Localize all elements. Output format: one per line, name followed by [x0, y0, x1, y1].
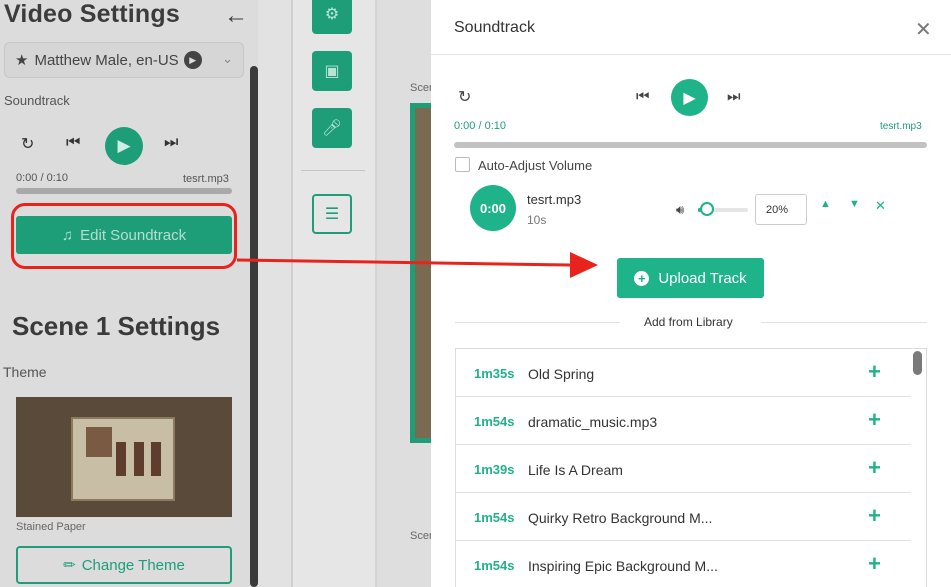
tool-separator — [301, 170, 365, 171]
library-item-duration: 1m54s — [474, 510, 515, 525]
library-label: Add from Library — [644, 315, 733, 329]
play-button[interactable]: ▶ — [105, 127, 143, 165]
library-item[interactable]: 1m54s Quirky Retro Background M... + — [456, 493, 911, 541]
track-name: tesrt.mp3 — [527, 192, 582, 207]
auto-adjust-label: Auto-Adjust Volume — [478, 158, 593, 173]
theme-thumbnail[interactable] — [16, 397, 232, 517]
track-row: 0:00 tesrt.mp3 10s 🔊︎ 20% ▲ ▼ ✕ — [470, 185, 940, 235]
plus-circle-icon: + — [634, 270, 650, 286]
theme-figure-image — [134, 442, 144, 476]
chevron-down-icon: ⌄ — [222, 51, 233, 66]
voice-select-value: Matthew Male, en-US — [34, 51, 179, 69]
images-icon[interactable]: ▣ — [312, 51, 352, 91]
theme-figure-image — [151, 442, 161, 476]
microphone-icon[interactable]: 🎤︎ — [312, 108, 352, 148]
volume-input[interactable]: 20% — [755, 194, 807, 225]
library-item-duration: 1m35s — [474, 366, 515, 381]
modal-header: Soundtrack ✕ — [431, 0, 951, 55]
theme-name: Stained Paper — [16, 521, 86, 533]
theme-label: Theme — [3, 364, 47, 380]
gear-icon[interactable]: ⚙ — [312, 0, 352, 34]
move-up-icon[interactable]: ▲ — [820, 198, 831, 210]
add-icon[interactable]: + — [868, 455, 881, 481]
theme-tower-image — [86, 427, 112, 457]
video-settings-panel: Video Settings ← ★ Matthew Male, en-US ▶… — [0, 0, 258, 587]
library-item-duration: 1m54s — [474, 414, 515, 429]
volume-slider-handle[interactable] — [700, 202, 714, 216]
next-icon[interactable]: ⏭ — [164, 134, 178, 152]
replay-icon[interactable]: ↻ — [458, 87, 471, 107]
tool-column: ⚙ ▣ 🎤︎ ☰ — [293, 0, 375, 587]
change-theme-button[interactable]: ✏ Change Theme — [16, 546, 232, 584]
voice-preview-play-icon[interactable]: ▶ — [183, 51, 202, 69]
library-item-name: Old Spring — [528, 366, 595, 382]
library-item-name: Quirky Retro Background M... — [528, 510, 713, 526]
scene-settings-title: Scene 1 Settings — [12, 311, 221, 341]
voice-select[interactable]: ★ Matthew Male, en-US ▶ ⌄ — [4, 42, 244, 78]
panel-title: Video Settings — [4, 0, 180, 28]
add-icon[interactable]: + — [868, 503, 881, 529]
move-down-icon[interactable]: ▼ — [849, 198, 860, 210]
upload-track-button[interactable]: + Upload Track — [617, 258, 764, 298]
track-length: 10s — [527, 213, 547, 227]
add-icon[interactable]: + — [868, 359, 881, 385]
back-arrow-icon[interactable]: ← — [224, 2, 248, 30]
track-start-time[interactable]: 0:00 — [470, 185, 516, 231]
replay-icon[interactable]: ↻ — [21, 134, 34, 154]
add-icon[interactable]: + — [868, 551, 881, 577]
modal-title: Soundtrack — [454, 19, 535, 36]
remove-track-icon[interactable]: ✕ — [875, 198, 886, 214]
divider — [455, 322, 620, 323]
close-icon[interactable]: ✕ — [915, 17, 932, 42]
library-item[interactable]: 1m35s Old Spring + — [456, 349, 911, 397]
library-item-name: Inspiring Epic Background M... — [528, 558, 718, 574]
mini-time: 0:00 / 0:10 — [16, 172, 68, 184]
star-icon: ★ — [15, 52, 29, 69]
mini-file-name: tesrt.mp3 — [183, 173, 229, 185]
change-theme-label: Change Theme — [81, 556, 185, 574]
auto-adjust-checkbox[interactable] — [455, 157, 470, 172]
brush-icon: ✏ — [63, 557, 76, 574]
mini-progress-bar[interactable] — [16, 188, 232, 194]
speaker-icon[interactable]: 🔊︎ — [676, 202, 684, 218]
divider — [761, 322, 927, 323]
left-scrollbar[interactable] — [250, 66, 258, 587]
upload-track-label: Upload Track — [658, 269, 747, 287]
library-item-duration: 1m54s — [474, 558, 515, 573]
previous-icon[interactable]: ⏮ — [636, 88, 650, 105]
playback-progress-bar[interactable] — [454, 142, 927, 148]
library-item[interactable]: 1m54s dramatic_music.mp3 + — [456, 397, 911, 445]
library-list: 1m35s Old Spring + 1m54s dramatic_music.… — [455, 348, 927, 587]
theme-figure-image — [116, 442, 126, 476]
library-item-duration: 1m39s — [474, 462, 515, 477]
soundtrack-label: Soundtrack — [4, 93, 70, 108]
soundtrack-modal: Soundtrack ✕ ↻ ⏮ ▶ ⏭ 0:00 / 0:10 tesrt.m… — [431, 0, 951, 587]
library-item-name: Life Is A Dream — [528, 462, 623, 478]
scene-preview-area: Scen Scen — [377, 0, 435, 587]
library-item[interactable]: 1m54s Inspiring Epic Background M... + — [456, 541, 911, 587]
next-icon[interactable]: ⏭ — [727, 88, 741, 105]
annotation-highlight-box — [11, 203, 237, 269]
library-item[interactable]: 1m39s Life Is A Dream + — [456, 445, 911, 493]
playback-file-name: tesrt.mp3 — [880, 121, 922, 132]
text-lines-icon[interactable]: ☰ — [312, 194, 352, 234]
previous-icon[interactable]: ⏮ — [66, 134, 80, 152]
playback-time: 0:00 / 0:10 — [454, 120, 506, 132]
library-item-name: dramatic_music.mp3 — [528, 414, 658, 430]
scene-thumbnail — [415, 108, 431, 438]
library-scrollbar[interactable] — [913, 351, 922, 375]
mid-strip — [258, 0, 292, 587]
play-button[interactable]: ▶ — [671, 79, 708, 116]
add-icon[interactable]: + — [868, 407, 881, 433]
mini-player: ↻ ⏮ ▶ ⏭ — [16, 126, 232, 166]
